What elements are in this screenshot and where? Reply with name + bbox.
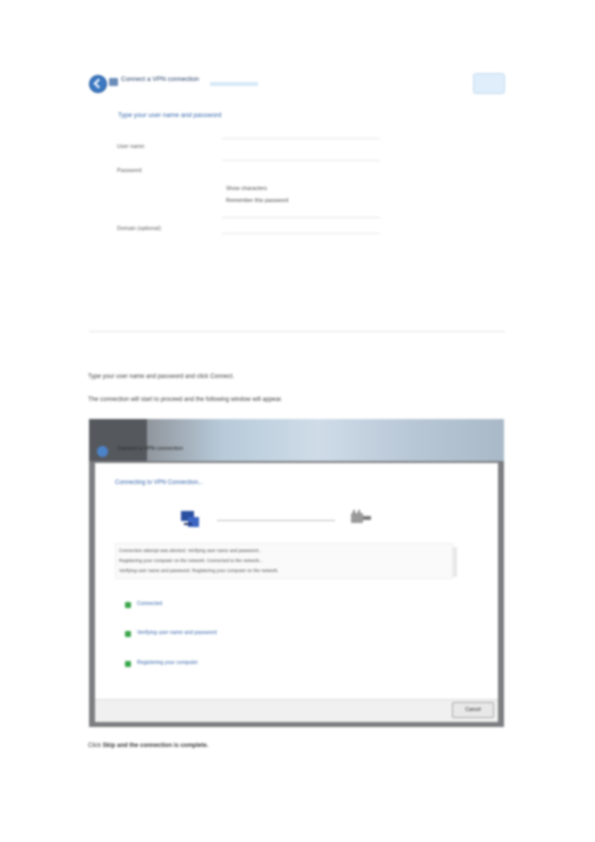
connecting-text: Connecting to VPN Connection... xyxy=(115,480,204,486)
vpn-plug-icon xyxy=(351,510,371,523)
show-characters-option[interactable]: Show characters xyxy=(226,186,267,192)
connection-line xyxy=(217,520,335,521)
password-label: Password: xyxy=(117,168,143,174)
caption: Click Skip and the connection is complet… xyxy=(88,743,208,749)
domain-label: Domain (optional): xyxy=(117,226,162,232)
step-registering: Registering your computer xyxy=(137,660,198,666)
check-icon xyxy=(125,602,131,608)
caption-action: Skip and the connection is complete. xyxy=(102,743,209,749)
status-line-3: Verifying user name and password. Regist… xyxy=(119,568,279,573)
remember-password-option[interactable]: Remember this password xyxy=(226,198,288,204)
paragraph-2: The connection will start to proceed and… xyxy=(88,397,283,403)
close-button[interactable] xyxy=(473,73,505,94)
screenshot-body xyxy=(95,463,498,713)
computer-icon xyxy=(181,511,199,527)
cancel-button[interactable]: Cancel xyxy=(452,702,494,718)
screenshot-titlebar xyxy=(89,419,504,461)
network-icon xyxy=(109,78,118,86)
screenshot-footer xyxy=(95,699,498,722)
paragraph-1: Type your user name and password and cli… xyxy=(88,374,235,380)
step-verifying: Verifying user name and password xyxy=(137,630,217,636)
username-field[interactable] xyxy=(222,138,380,139)
back-arrow-icon[interactable] xyxy=(89,75,107,93)
divider xyxy=(89,331,505,332)
caption-prefix: Click xyxy=(88,743,101,749)
dialog-title: Connect a VPN connection xyxy=(121,76,200,83)
screenshot-title: Connect a VPN connection xyxy=(117,446,184,452)
step-connected: Connected xyxy=(137,601,163,607)
dialog-instruction: Type your user name and password xyxy=(118,112,222,119)
status-line-1: Connection attempt was aborted. Verifyin… xyxy=(119,548,262,553)
password-field[interactable] xyxy=(222,160,380,161)
title-highlight xyxy=(210,82,258,86)
domain-field[interactable] xyxy=(222,233,380,234)
back-arrow-icon[interactable] xyxy=(97,446,108,457)
scrollbar[interactable] xyxy=(453,547,457,577)
connection-screenshot: Connect a VPN connection Connecting to V… xyxy=(89,419,504,727)
check-icon xyxy=(125,631,131,637)
username-label: User name: xyxy=(117,144,146,150)
check-icon xyxy=(125,661,131,667)
status-line-2: Registering your computer on the network… xyxy=(119,558,264,563)
